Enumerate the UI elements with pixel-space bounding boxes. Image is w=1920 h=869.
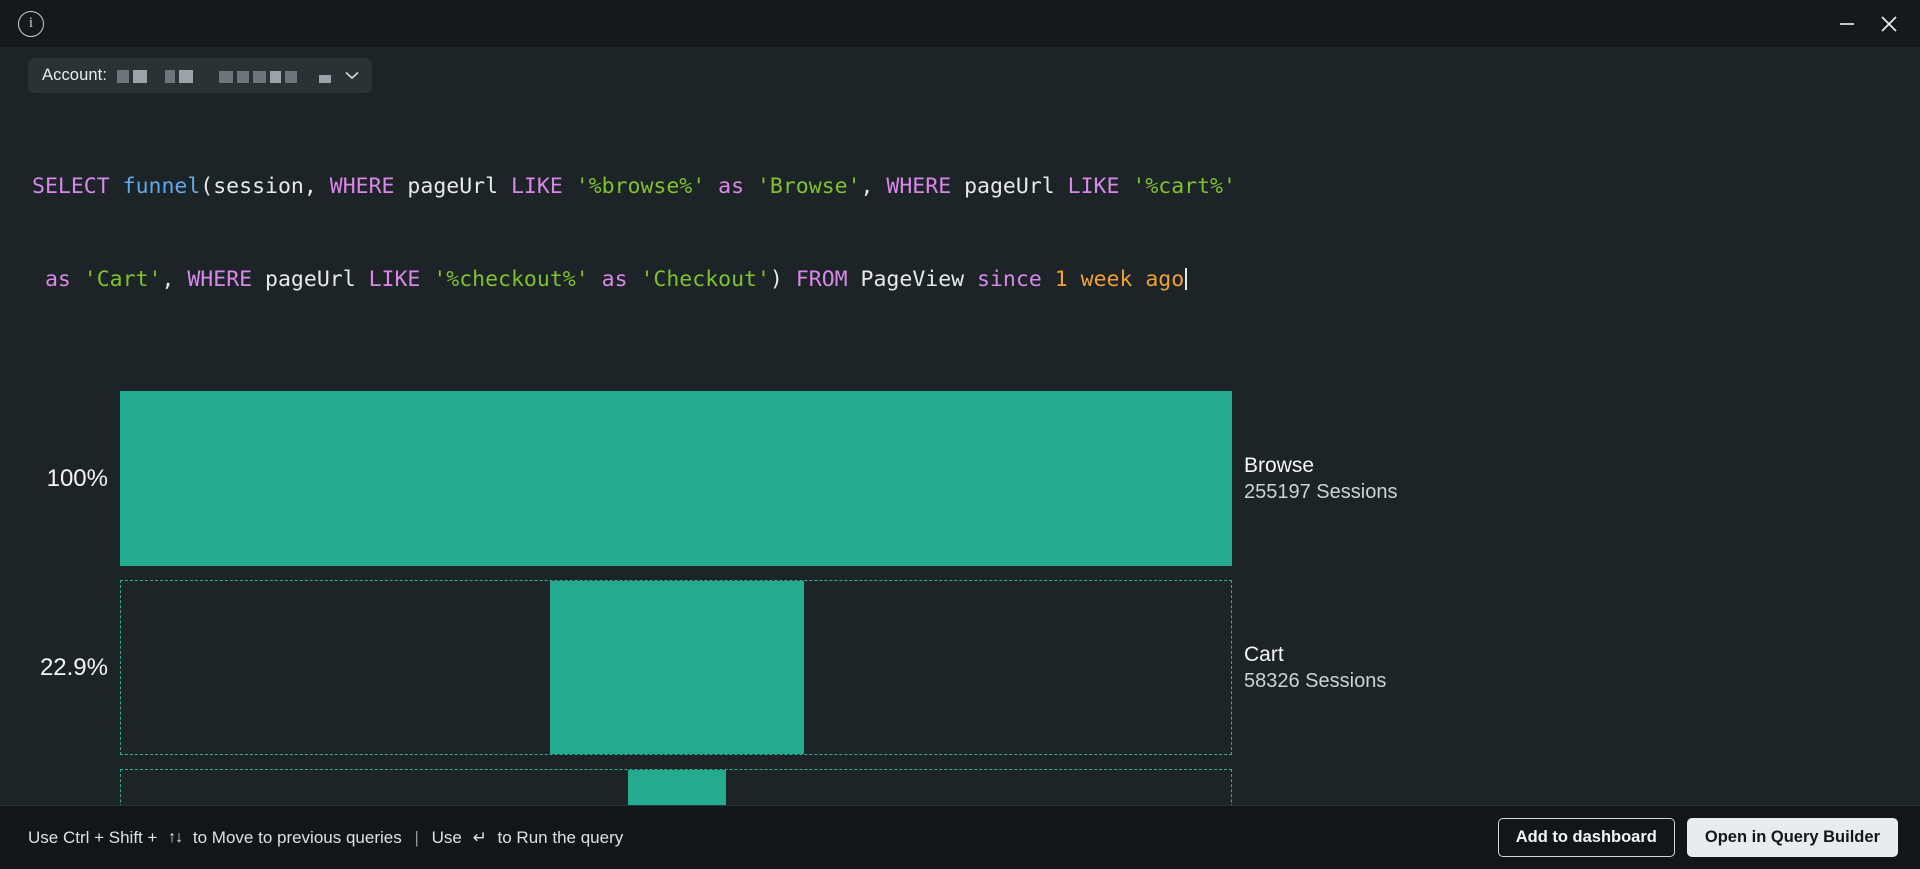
funnel-step-percent: 100%	[0, 465, 120, 493]
info-icon[interactable]: i	[18, 11, 44, 37]
funnel-step-label: Browse 255197 Sessions	[1244, 454, 1397, 504]
query-token: ,	[861, 174, 887, 199]
query-token: WHERE	[886, 174, 951, 199]
funnel-step-track	[120, 580, 1232, 755]
query-token: funnel	[123, 174, 201, 199]
funnel-step-row: 100% Browse 255197 Sessions	[0, 391, 1920, 566]
account-label: Account:	[42, 66, 107, 85]
query-token: LIKE	[1068, 174, 1120, 199]
query-token: as	[718, 174, 744, 199]
hint-suffix: to Run the query	[493, 828, 623, 848]
funnel-step-name: Cart	[1244, 643, 1386, 667]
funnel-step-track	[120, 391, 1232, 566]
query-token: SELECT	[32, 174, 110, 199]
query-token: )	[770, 267, 796, 292]
query-token	[628, 267, 641, 292]
hint-use: Use	[427, 828, 467, 848]
account-bar: Account:	[0, 47, 1920, 103]
query-token: as	[45, 267, 71, 292]
query-token: FROM	[796, 267, 848, 292]
title-bar-left: i	[18, 11, 44, 37]
hint-mid: to Move to previous queries	[188, 828, 406, 848]
query-token	[1042, 267, 1055, 292]
funnel-step-sessions: 58326 Sessions	[1244, 670, 1386, 693]
nrql-query-text[interactable]: SELECT funnel(session, WHERE pageUrl LIK…	[0, 103, 1920, 357]
funnel-chart: 100% Browse 255197 Sessions 22.9% Cart 58326 …	[0, 357, 1920, 805]
query-token	[705, 174, 718, 199]
query-token: as	[602, 267, 628, 292]
query-token: LIKE	[369, 267, 421, 292]
funnel-step-percent: 22.9%	[0, 654, 120, 682]
query-token: 1 week ago	[1055, 267, 1184, 292]
funnel-step-bar[interactable]	[550, 581, 805, 754]
funnel-step-label: Cart 58326 Sessions	[1244, 643, 1386, 693]
query-token: 'Browse'	[757, 174, 861, 199]
arrow-keys-icon: ↑↓	[168, 829, 182, 847]
funnel-step-row: 22.9% Cart 58326 Sessions	[0, 580, 1920, 755]
nrql-query-editor-window: i Account:	[0, 0, 1920, 869]
query-token: 'Cart'	[84, 267, 162, 292]
query-token	[563, 174, 576, 199]
query-token: since	[977, 267, 1042, 292]
funnel-step-track	[120, 769, 1232, 805]
query-token: 'Checkout'	[640, 267, 769, 292]
funnel-step-bar[interactable]	[628, 770, 727, 805]
query-token	[1119, 174, 1132, 199]
close-button[interactable]	[1872, 7, 1906, 41]
query-token: pageUrl	[394, 174, 511, 199]
minimize-button[interactable]	[1830, 7, 1864, 41]
minimize-icon	[1837, 14, 1857, 34]
hint-prefix: Use Ctrl + Shift +	[28, 828, 162, 848]
close-icon	[1878, 13, 1900, 35]
account-selector[interactable]: Account:	[28, 58, 372, 93]
keyboard-hint: Use Ctrl + Shift + ↑↓ to Move to previou…	[28, 828, 623, 848]
funnel-step-sessions: 255197 Sessions	[1244, 481, 1397, 504]
enter-key-icon: ↵	[473, 828, 487, 848]
query-token: ,	[161, 267, 187, 292]
query-token	[744, 174, 757, 199]
window-title-bar: i	[0, 0, 1920, 47]
query-token: (session,	[200, 174, 329, 199]
query-token: PageView	[848, 267, 977, 292]
query-token	[589, 267, 602, 292]
query-token: WHERE	[187, 267, 252, 292]
add-to-dashboard-button[interactable]: Add to dashboard	[1498, 818, 1675, 856]
window-controls	[1822, 7, 1906, 41]
funnel-step-name: Browse	[1244, 454, 1397, 478]
query-token	[420, 267, 433, 292]
query-token: LIKE	[511, 174, 563, 199]
funnel-step-bar[interactable]	[120, 391, 1232, 566]
chevron-down-icon	[345, 69, 359, 82]
account-value-redacted	[117, 67, 331, 83]
query-token: '%browse%'	[576, 174, 705, 199]
editor-footer: Use Ctrl + Shift + ↑↓ to Move to previou…	[0, 805, 1920, 869]
query-token: pageUrl	[252, 267, 369, 292]
text-caret	[1185, 268, 1187, 290]
query-token: '%cart%'	[1132, 174, 1236, 199]
footer-buttons: Add to dashboard Open in Query Builder	[1498, 818, 1898, 856]
query-line-2: as 'Cart', WHERE pageUrl LIKE '%checkout…	[32, 264, 1892, 295]
open-in-query-builder-button[interactable]: Open in Query Builder	[1687, 818, 1898, 856]
funnel-step-row: 8.86%Checkout22612 Sessions	[0, 769, 1920, 805]
query-token: pageUrl	[951, 174, 1068, 199]
query-token	[32, 267, 45, 292]
hint-separator: |	[412, 828, 420, 848]
query-line-1: SELECT funnel(session, WHERE pageUrl LIK…	[32, 171, 1892, 202]
query-token	[71, 267, 84, 292]
query-token: WHERE	[330, 174, 395, 199]
query-token: '%checkout%'	[433, 267, 588, 292]
query-token	[110, 174, 123, 199]
